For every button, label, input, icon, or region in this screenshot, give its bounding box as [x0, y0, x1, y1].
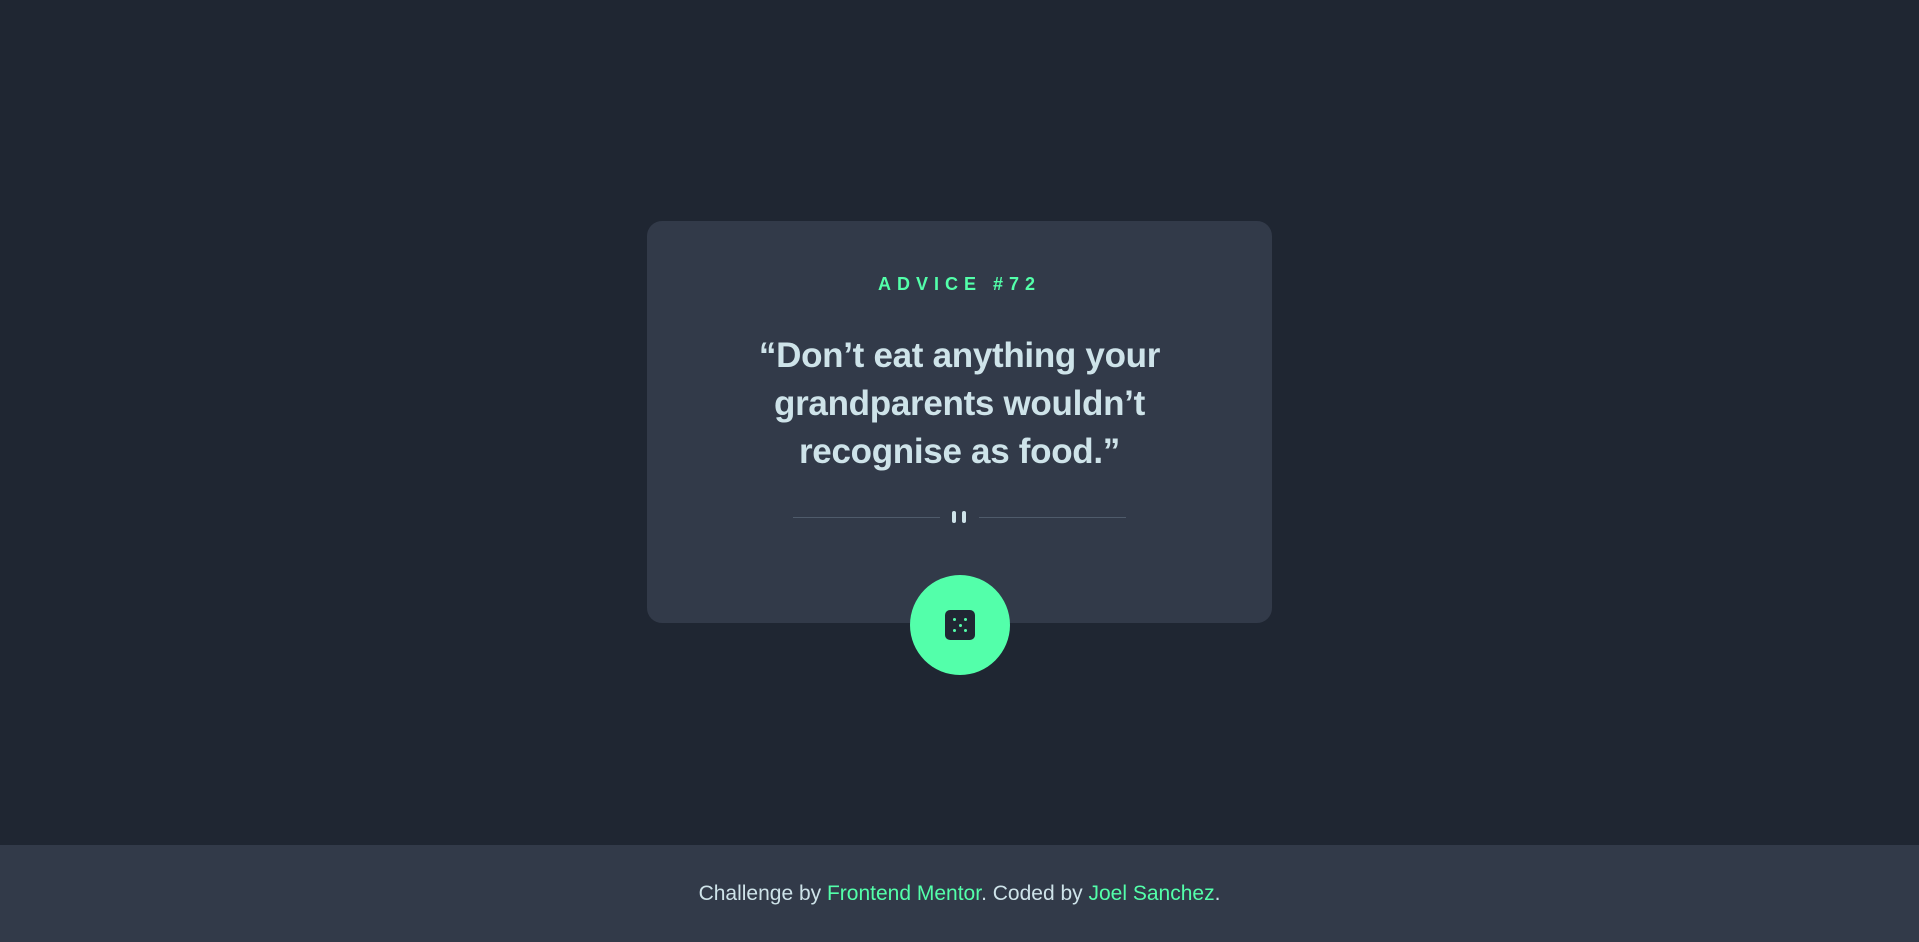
- new-advice-button[interactable]: [910, 575, 1010, 675]
- pause-icon: [952, 511, 967, 523]
- advice-quote: “Don’t eat anything your grandparents wo…: [0, 332, 1919, 476]
- advice-title: ADVICE #72: [877, 274, 1042, 294]
- footer-prefix: Challenge by: [698, 882, 827, 905]
- divider: [793, 506, 1126, 528]
- quote-line: recognise as food.”: [798, 432, 1121, 471]
- footer: Challenge by Frontend Mentor. Coded by J…: [0, 845, 1919, 942]
- frontend-mentor-link[interactable]: Frontend Mentor: [827, 882, 981, 905]
- dice-icon: [945, 610, 975, 640]
- author-link[interactable]: Joel Sanchez: [1088, 882, 1214, 905]
- quote-line: “Don’t eat anything your: [758, 336, 1161, 375]
- footer-suffix: .: [1214, 882, 1221, 905]
- quote-line: grandparents wouldn’t: [774, 384, 1145, 423]
- divider-line-right: [979, 517, 1126, 518]
- divider-line-left: [793, 517, 940, 518]
- footer-middle: . Coded by: [981, 882, 1089, 905]
